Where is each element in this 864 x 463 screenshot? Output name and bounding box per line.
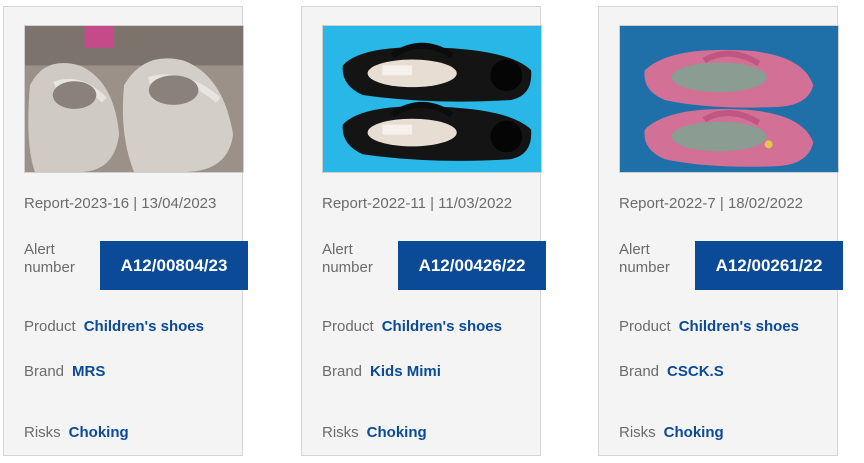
product-photo[interactable]: [24, 25, 244, 173]
alert-number-label: Alert number: [322, 241, 373, 276]
product-value: Children's shoes: [381, 318, 502, 335]
product-label: Product: [619, 318, 671, 335]
brand-label: Brand: [24, 363, 65, 380]
report-info: Report-2022-11 | 11/03/2022: [322, 195, 513, 212]
brand-label: Brand: [619, 363, 660, 380]
risks-label: Risks: [24, 424, 61, 441]
product-row: Product Children's shoes: [24, 318, 204, 335]
product-row: Product Children's shoes: [619, 318, 799, 335]
product-value: Children's shoes: [678, 318, 799, 335]
product-row: Product Children's shoes: [322, 318, 502, 335]
risks-value: Choking: [68, 424, 129, 441]
alert-number-badge[interactable]: A12/00261/22: [695, 241, 843, 290]
brand-row: Brand Kids Mimi: [322, 363, 441, 380]
brand-label: Brand: [322, 363, 363, 380]
risks-value: Choking: [366, 424, 427, 441]
alert-number-badge[interactable]: A12/00426/22: [398, 241, 546, 290]
silver-shoes-photo: [25, 26, 243, 172]
brand-row: Brand MRS: [24, 363, 105, 380]
product-card[interactable]: Report-2023-16 | 13/04/2023 Alert number…: [3, 6, 248, 456]
black-shoes-photo: [323, 26, 541, 172]
risks-row: Risks Choking: [322, 424, 427, 441]
alert-number-badge[interactable]: A12/00804/23: [100, 241, 248, 290]
brand-value: Kids Mimi: [370, 363, 441, 380]
alert-number-label: Alert number: [619, 241, 670, 276]
brand-row: Brand CSCK.S: [619, 363, 724, 380]
product-photo[interactable]: [322, 25, 542, 173]
product-card[interactable]: Report-2022-7 | 18/02/2022 Alert number …: [598, 6, 843, 456]
pink-shoes-photo: [620, 26, 838, 172]
risks-label: Risks: [619, 424, 656, 441]
risks-row: Risks Choking: [24, 424, 129, 441]
product-label: Product: [322, 318, 374, 335]
report-info: Report-2023-16 | 13/04/2023: [24, 195, 217, 212]
risks-row: Risks Choking: [619, 424, 724, 441]
product-label: Product: [24, 318, 76, 335]
alert-number-label: Alert number: [24, 241, 75, 276]
product-card[interactable]: Report-2022-11 | 11/03/2022 Alert number…: [301, 6, 546, 456]
risks-value: Choking: [663, 424, 724, 441]
report-info: Report-2022-7 | 18/02/2022: [619, 195, 804, 212]
risks-label: Risks: [322, 424, 359, 441]
product-photo[interactable]: [619, 25, 839, 173]
product-value: Children's shoes: [83, 318, 204, 335]
brand-value: CSCK.S: [667, 363, 724, 380]
brand-value: MRS: [72, 363, 106, 380]
